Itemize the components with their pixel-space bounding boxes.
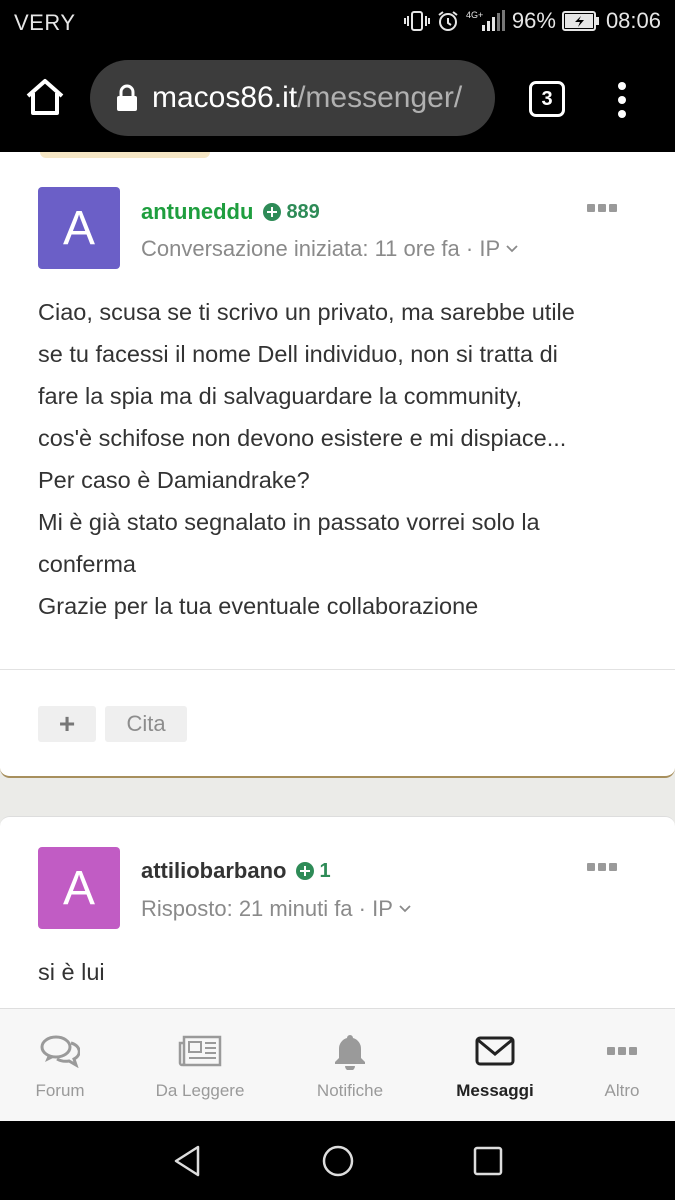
message-body: si è lui [38,951,638,993]
home-icon[interactable] [24,76,66,118]
message-meta: Conversazione iniziata: 11 ore fa · IP [141,236,518,262]
address-bar[interactable]: macos86.it/messenger/ [90,60,495,136]
message-line: cos'è schifose non devono esistere e mi … [38,425,567,451]
message-timestamp: Risposto: 21 minuti fa · IP [141,896,393,921]
divider [0,669,675,670]
url-path: /messenger/ [297,81,463,114]
envelope-icon [475,1036,515,1065]
plus-circle-icon [296,862,315,880]
reputation-badge: 889 [263,200,320,224]
lock-icon [117,84,137,111]
browser-toolbar: macos86.it/messenger/ 3 [0,46,675,152]
message-meta: Risposto: 21 minuti fa · IP [141,896,411,922]
message-line: Grazie per la tua eventuale collaborazio… [38,593,479,619]
reputation-count: 889 [286,200,320,223]
reputation-badge: 1 [296,859,331,883]
message-line: conferma [38,551,136,577]
nav-label: Forum [35,1080,85,1100]
react-plus-button[interactable]: + [38,706,96,742]
message-body: Ciao, scusa se ti scrivo un privato, ma … [38,291,638,627]
overflow-menu-icon[interactable] [612,78,632,122]
message-line: Mi è già stato segnalato in passato vorr… [38,509,540,535]
network-type: 4G+ [466,10,483,20]
nav-forum[interactable]: Forum [10,1009,110,1122]
message-line: fare la spia ma di salvaguardare la comm… [38,383,523,409]
battery-percent: 96% [511,8,556,33]
message-line: Per caso è Damiandrake? [38,467,310,493]
chevron-down-icon[interactable] [399,903,411,915]
avatar[interactable]: A [38,187,120,269]
home-circle-icon[interactable] [320,1143,356,1179]
back-icon[interactable] [170,1143,206,1179]
author-username[interactable]: antuneddu [141,199,253,225]
status-icons: 4G+ 96% 08:06 [403,8,661,34]
author-username[interactable]: attiliobarbano [141,858,286,884]
avatar[interactable]: A [38,847,120,929]
recents-icon[interactable] [470,1143,506,1179]
author-row: attiliobarbano 1 [141,858,331,884]
chat-bubbles-icon [40,1035,80,1068]
tab-switcher-button[interactable]: 3 [529,81,565,117]
conversation-page: A antuneddu 889 Conversazione iniziata: … [0,152,675,1008]
signal-icon: 4G+ [466,10,505,31]
newspaper-icon [178,1035,222,1066]
reputation-count: 1 [319,859,331,882]
bottom-navigation: Forum Da Leggere Notifiche Messaggi Altr… [0,1008,675,1121]
nav-label: Da Leggere [155,1080,245,1100]
message-card: A attiliobarbano 1 Risposto: 21 minuti f… [0,816,675,1008]
bell-icon [335,1034,365,1070]
author-row: antuneddu 889 [141,199,320,225]
nav-label: Altro [604,1080,640,1100]
carrier-name: VERY [14,10,76,35]
message-line: si è lui [38,959,105,985]
nav-altro[interactable]: Altro [582,1009,662,1122]
message-options-icon[interactable] [587,863,617,871]
url-host: macos86.it [152,81,298,114]
nav-notifiche[interactable]: Notifiche [300,1009,400,1122]
battery-icon [561,11,599,31]
vibrate-icon [403,11,430,31]
more-dots-icon [607,1046,637,1055]
plus-circle-icon [263,203,282,221]
system-navigation-bar [0,1121,675,1200]
message-options-icon[interactable] [587,204,617,212]
clock: 08:06 [605,8,661,33]
alarm-icon [438,11,458,31]
chevron-down-icon[interactable] [506,243,518,255]
quote-button[interactable]: Cita [105,706,187,742]
nav-label: Notifiche [316,1080,384,1100]
nav-da-leggere[interactable]: Da Leggere [140,1009,260,1122]
status-bar: VERY 4G+ 96% 08:06 [0,0,675,46]
message-line: Ciao, scusa se ti scrivo un privato, ma … [38,299,575,325]
previous-card-edge [40,152,210,158]
message-line: se tu facessi il nome Dell individuo, no… [38,341,558,367]
message-timestamp: Conversazione iniziata: 11 ore fa · IP [141,236,501,261]
nav-messaggi[interactable]: Messaggi [440,1009,550,1122]
message-card: A antuneddu 889 Conversazione iniziata: … [0,152,675,778]
nav-label: Messaggi [456,1080,534,1100]
